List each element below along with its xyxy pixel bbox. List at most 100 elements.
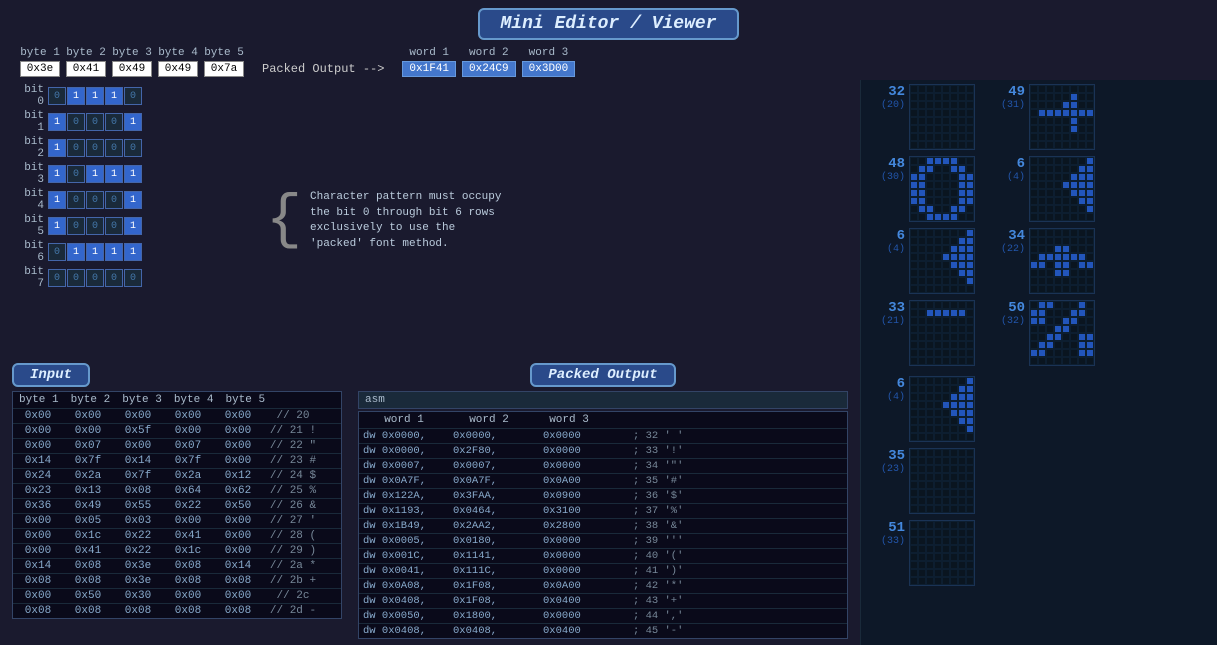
px-1-2-0 [910, 173, 918, 181]
bit-cell-5-4[interactable]: 1 [124, 217, 142, 235]
asm-tab[interactable]: asm [358, 391, 848, 409]
px-7-3-2 [1046, 325, 1054, 333]
input-cell-2-1: 0x07 [63, 439, 113, 453]
px-0-2-5 [950, 101, 958, 109]
bit-cell-1-2[interactable]: 0 [86, 113, 104, 131]
bit-cell-4-0[interactable]: 1 [48, 191, 66, 209]
bit-cell-1-0[interactable]: 1 [48, 113, 66, 131]
bit-cell-2-2[interactable]: 0 [86, 139, 104, 157]
px-1-7-7 [966, 213, 974, 221]
bit-cell-5-1[interactable]: 0 [67, 217, 85, 235]
px-6-3-5 [1070, 253, 1078, 261]
bit-cell-5-2[interactable]: 0 [86, 217, 104, 235]
px-1-1-3 [934, 165, 942, 173]
bit-cell-7-2[interactable]: 0 [86, 269, 104, 287]
input-cell-8-5: // 28 ( [263, 529, 323, 543]
px-6-0-4 [1062, 229, 1070, 237]
px-6-7-3 [1054, 285, 1062, 293]
px-4-4-0 [1030, 117, 1038, 125]
input-cell-8-1: 0x1c [63, 529, 113, 543]
px-8-7-3 [934, 433, 942, 441]
bit-cell-4-1[interactable]: 0 [67, 191, 85, 209]
input-section: Input byte 1 byte 2 byte 3 byte 4 byte 5… [12, 363, 342, 645]
bit-cell-5-3[interactable]: 0 [105, 217, 123, 235]
px-4-5-0 [1030, 125, 1038, 133]
bit-cell-0-2[interactable]: 1 [86, 87, 104, 105]
bit-cell-1-3[interactable]: 0 [105, 113, 123, 131]
px-7-1-7 [1086, 309, 1094, 317]
px-4-6-0 [1030, 133, 1038, 141]
bit-cell-6-3[interactable]: 1 [105, 243, 123, 261]
bit-cell-2-1[interactable]: 0 [67, 139, 85, 157]
bit-cell-5-0[interactable]: 1 [48, 217, 66, 235]
bit-cell-0-3[interactable]: 1 [105, 87, 123, 105]
px-8-3-7 [966, 401, 974, 409]
bit-cell-0-4[interactable]: 0 [124, 87, 142, 105]
px-6-1-7 [1086, 237, 1094, 245]
bit-cell-4-2[interactable]: 0 [86, 191, 104, 209]
px-5-2-1 [1038, 173, 1046, 181]
px-7-1-4 [1062, 309, 1070, 317]
px-4-5-2 [1046, 125, 1054, 133]
bit-row-3: bit 310111 [12, 162, 242, 186]
px-5-7-4 [1062, 213, 1070, 221]
px-0-1-5 [950, 93, 958, 101]
bit-cell-6-1[interactable]: 1 [67, 243, 85, 261]
px-9-4-4 [942, 481, 950, 489]
bit-cell-3-1[interactable]: 0 [67, 165, 85, 183]
px-10-5-6 [958, 561, 966, 569]
px-10-6-2 [926, 569, 934, 577]
px-6-2-4 [1062, 245, 1070, 253]
bit-cell-2-0[interactable]: 1 [48, 139, 66, 157]
px-1-6-4 [942, 205, 950, 213]
bit-cell-4-4[interactable]: 1 [124, 191, 142, 209]
bottom-panels: Input byte 1 byte 2 byte 3 byte 4 byte 5… [4, 363, 856, 645]
px-2-5-1 [918, 269, 926, 277]
char-label-7: 50(32) [985, 300, 1025, 327]
char-sub-1: (30) [865, 172, 905, 183]
input-cell-8-4: 0x00 [213, 529, 263, 543]
px-2-5-2 [926, 269, 934, 277]
output-cell-7-2: 0x0000 [541, 534, 631, 548]
bit-cell-1-4[interactable]: 1 [124, 113, 142, 131]
px-6-3-1 [1038, 253, 1046, 261]
px-9-3-5 [950, 473, 958, 481]
input-cell-12-0: 0x00 [13, 589, 63, 603]
px-2-6-4 [942, 277, 950, 285]
bit-cell-6-0[interactable]: 0 [48, 243, 66, 261]
bit-cell-7-4[interactable]: 0 [124, 269, 142, 287]
px-2-6-0 [910, 277, 918, 285]
bit-cell-0-0[interactable]: 0 [48, 87, 66, 105]
bit-cell-3-4[interactable]: 1 [124, 165, 142, 183]
bit-cell-7-3[interactable]: 0 [105, 269, 123, 287]
input-cell-1-1: 0x00 [63, 424, 113, 438]
bit-cell-6-2[interactable]: 1 [86, 243, 104, 261]
bit-cell-7-1[interactable]: 0 [67, 269, 85, 287]
input-cell-2-3: 0x07 [163, 439, 213, 453]
px-2-7-0 [910, 285, 918, 293]
bit-cell-7-0[interactable]: 0 [48, 269, 66, 287]
input-row: 0x230x130x080x640x62// 25 % [13, 483, 341, 498]
bit-cell-3-3[interactable]: 1 [105, 165, 123, 183]
bit-cell-0-1[interactable]: 1 [67, 87, 85, 105]
px-1-1-6 [958, 165, 966, 173]
output-cell-6-1: 0x2AA2, [451, 519, 541, 533]
input-col-b4: byte 4 [168, 392, 220, 408]
bit-cell-2-4[interactable]: 0 [124, 139, 142, 157]
bit-cell-1-1[interactable]: 0 [67, 113, 85, 131]
input-cell-11-1: 0x08 [63, 574, 113, 588]
px-8-5-3 [934, 417, 942, 425]
px-10-1-2 [926, 529, 934, 537]
bit-cell-3-0[interactable]: 1 [48, 165, 66, 183]
px-4-7-0 [1030, 141, 1038, 149]
bit-row-2: bit 210000 [12, 136, 242, 160]
bit-cell-6-4[interactable]: 1 [124, 243, 142, 261]
bit-cell-2-3[interactable]: 0 [105, 139, 123, 157]
px-5-1-0 [1030, 165, 1038, 173]
px-0-2-3 [934, 101, 942, 109]
px-8-4-6 [958, 409, 966, 417]
px-1-7-5 [950, 213, 958, 221]
bit-cell-3-2[interactable]: 1 [86, 165, 104, 183]
bit-cell-4-3[interactable]: 0 [105, 191, 123, 209]
px-0-6-2 [926, 133, 934, 141]
